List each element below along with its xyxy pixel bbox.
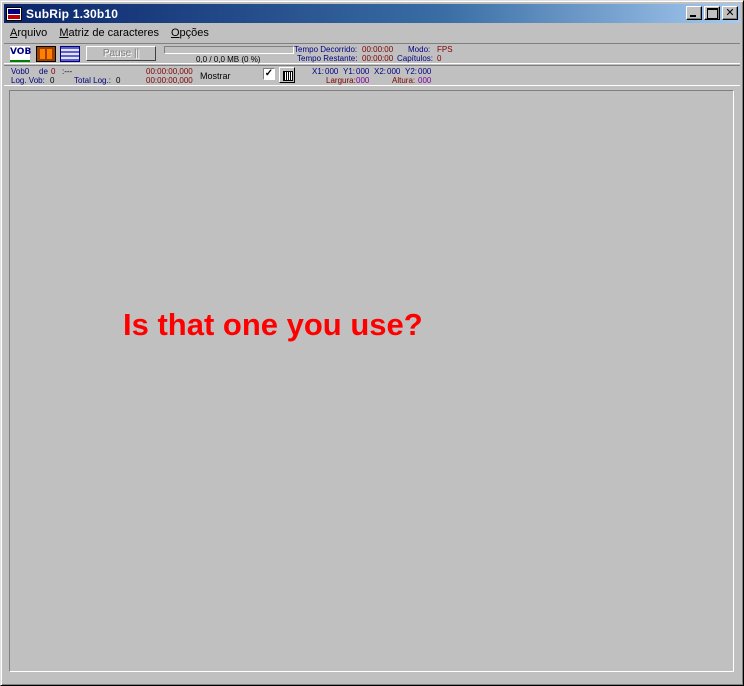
toolbar: VOB Pause || 0,0 / 0,0 MB (0 %) Tempo De… <box>4 43 740 64</box>
close-button[interactable]: ✕ <box>722 6 738 20</box>
end-time: 00:00:00,000 <box>146 76 193 85</box>
progress-text: 0,0 / 0,0 MB (0 %) <box>196 55 261 64</box>
mostrar-label: Mostrar <box>200 71 231 81</box>
overlay-caption: Is that one you use? <box>123 307 423 342</box>
altura-value: 000 <box>418 76 432 85</box>
capitulos-label: Capítulos: <box>397 54 434 63</box>
largura-label: Largura: <box>326 76 356 85</box>
subtitle-preview-area[interactable]: Is that one you use? <box>9 90 734 672</box>
menu-bar: Arquivo Matriz de caracteres Opções <box>4 24 740 42</box>
menu-opcoes-mnemonic: O <box>170 27 180 39</box>
tempo-restante-label: Tempo Restante: <box>297 54 358 63</box>
mostrar-checkbox[interactable]: ✓ <box>263 68 275 80</box>
vob-label: Vob0 <box>11 67 30 76</box>
menu-arquivo[interactable]: Arquivo <box>4 27 53 39</box>
x2-label: X2: <box>374 67 387 76</box>
window-title: SubRip 1.30b10 <box>26 6 119 21</box>
film-strip-icon[interactable] <box>36 46 56 62</box>
modo-label: Modo: <box>408 45 431 54</box>
x1-label: X1: <box>312 67 325 76</box>
modo-value: FPS <box>437 45 453 54</box>
x1-value: 000 <box>325 67 339 76</box>
minimize-button[interactable] <box>686 6 702 20</box>
preview-button[interactable] <box>279 67 295 83</box>
menu-opcoes-label: pções <box>179 27 209 39</box>
start-time: 00:00:00,000 <box>146 67 193 76</box>
menu-opcoes[interactable]: Opções <box>165 27 215 39</box>
y2-value: 000 <box>418 67 432 76</box>
log-vob-label: Log. Vob: <box>11 76 45 85</box>
tempo-decorrido-value: 00:00:00 <box>362 45 394 54</box>
de-label: de <box>39 67 48 76</box>
altura-label: Altura: <box>392 76 416 85</box>
character-matrix-icon[interactable] <box>60 46 80 62</box>
menu-arquivo-label: rquivo <box>17 27 48 39</box>
log-vob-value: 0 <box>50 76 55 85</box>
menu-matriz-label: atriz de caracteres <box>68 27 159 39</box>
maximize-button[interactable] <box>704 6 720 20</box>
y2-label: Y2: <box>405 67 418 76</box>
vob-dashes: :--- <box>62 67 73 76</box>
total-log-value: 0 <box>116 76 121 85</box>
subrip-app-icon[interactable] <box>6 6 22 21</box>
pause-button[interactable]: Pause || <box>86 46 156 61</box>
de-value: 0 <box>51 67 56 76</box>
largura-value: 000 <box>356 76 370 85</box>
window-controls: ✕ <box>684 6 738 20</box>
y1-label: Y1: <box>343 67 356 76</box>
x2-value: 000 <box>387 67 401 76</box>
tempo-restante-value: 00:00:00 <box>362 54 394 63</box>
title-bar[interactable]: SubRip 1.30b10 ✕ <box>4 4 740 23</box>
app-window: SubRip 1.30b10 ✕ Arquivo Matriz de carac… <box>0 0 744 686</box>
y1-value: 000 <box>356 67 370 76</box>
capitulos-value: 0 <box>437 54 442 63</box>
menu-matriz-de-caracteres[interactable]: Matriz de caracteres <box>53 27 165 39</box>
info-row: Vob0 de 0 :--- Log. Vob: 0 Total Log.: 0… <box>4 65 740 86</box>
open-vob-icon[interactable]: VOB <box>10 46 31 62</box>
tempo-decorrido-label: Tempo Decorrido: <box>294 45 358 54</box>
total-log-label: Total Log.: <box>74 76 111 85</box>
progress-bar <box>164 46 294 54</box>
